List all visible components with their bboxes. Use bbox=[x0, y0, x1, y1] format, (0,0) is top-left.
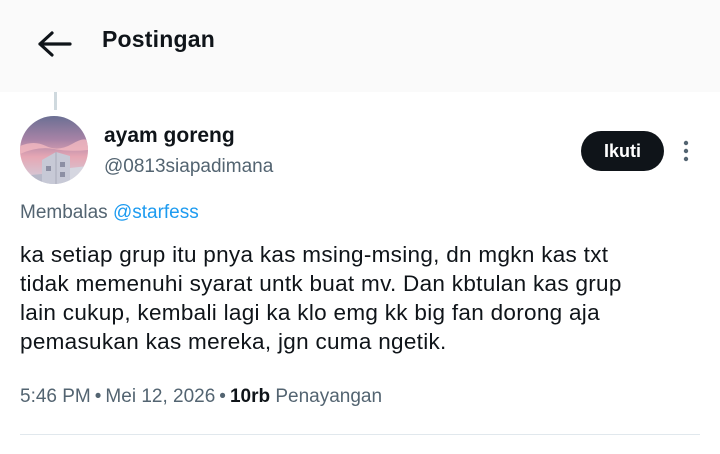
arrow-left-icon bbox=[38, 31, 72, 57]
post-date[interactable]: Mei 12, 2026 bbox=[105, 386, 215, 407]
divider bbox=[20, 434, 700, 435]
post-text-line: lain cukup, kembali lagi ka klo emg kk b… bbox=[20, 300, 600, 325]
meta-separator: • bbox=[219, 386, 226, 407]
meta-separator: • bbox=[94, 386, 102, 407]
post-text-line: ka setiap grup itu pnya kas msing-msing,… bbox=[20, 242, 609, 267]
follow-button[interactable]: Ikuti bbox=[581, 131, 664, 171]
thread-connector bbox=[54, 92, 57, 110]
post-text: ka setiap grup itu pnya kas msing-msing,… bbox=[20, 240, 710, 356]
avatar-photo bbox=[20, 116, 88, 184]
post-time[interactable]: 5:46 PM bbox=[20, 386, 91, 407]
more-options-button[interactable] bbox=[676, 136, 696, 166]
replying-to-label: Membalas bbox=[20, 202, 108, 223]
top-bar: Postingan bbox=[0, 0, 720, 92]
post-text-line: pemasukan kas mereka, jgn cuma ngetik. bbox=[20, 329, 447, 354]
back-button[interactable] bbox=[30, 24, 80, 64]
more-vertical-icon bbox=[683, 140, 689, 162]
replying-to: Membalas @starfess bbox=[20, 202, 199, 224]
replying-to-mention[interactable]: @starfess bbox=[113, 202, 199, 223]
author-handle[interactable]: @0813siapadimana bbox=[104, 156, 273, 178]
post-text-line: tidak memenuhi syarat untk buat mv. Dan … bbox=[20, 271, 622, 296]
views-count[interactable]: 10rb bbox=[230, 386, 270, 407]
views-label[interactable]: Penayangan bbox=[275, 386, 382, 407]
page-title: Postingan bbox=[102, 26, 215, 52]
author-display-name[interactable]: ayam goreng bbox=[104, 124, 235, 148]
avatar[interactable] bbox=[20, 116, 88, 184]
post-metadata: 5:46 PM • Mei 12, 2026 • 10rb Penayangan bbox=[20, 386, 382, 408]
